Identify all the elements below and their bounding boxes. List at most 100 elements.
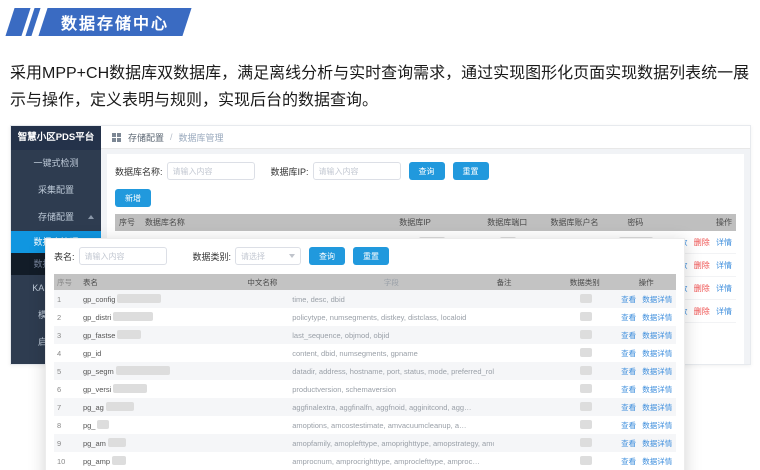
select-placeholder: 请选择 [241, 251, 265, 262]
redacted-value [117, 330, 141, 339]
view-link[interactable]: 查看 [621, 331, 636, 340]
view-link[interactable]: 查看 [621, 421, 636, 430]
detail-link[interactable]: 详情 [716, 307, 732, 316]
col-header: 数据库名称 [141, 217, 355, 228]
db-name-label: 数据库名称: [115, 165, 163, 178]
chevron-down-icon [289, 254, 295, 258]
sidebar-item-one-key-check[interactable]: 一键式检测 [11, 150, 101, 177]
col-header: 序号 [115, 217, 141, 228]
db-ip-input[interactable] [313, 162, 401, 180]
table-name-label: 表名: [54, 250, 75, 263]
view-link[interactable]: 查看 [621, 403, 636, 412]
delete-link[interactable]: 删除 [694, 238, 710, 247]
sidebar-item-storage-config[interactable]: 存储配置 [11, 204, 101, 231]
table-row: 6 gp_versi productversion, schemaversion… [54, 380, 676, 398]
section-banner: 数据存储中心 [10, 8, 187, 36]
sidebar-app-title: 智慧小区PDS平台 [11, 126, 101, 150]
detail-link[interactable]: 详情 [716, 238, 732, 247]
delete-link[interactable]: 删除 [694, 307, 710, 316]
section-description: 采用MPP+CH数据库双数据库，满足离线分析与实时查询需求，通过实现图形化页面实… [10, 60, 756, 114]
table-list-dialog: 表名: 数据类别: 请选择 查询 重置 序号 表名 中文名称 字段 备注 数据类… [45, 238, 685, 470]
table-row: 4 gp_id content, dbid, numsegments, gpna… [54, 344, 676, 362]
redacted-value [106, 402, 134, 411]
sidebar-item-label: 存储配置 [38, 212, 74, 222]
table-list-header: 序号 表名 中文名称 字段 备注 数据类别 操作 [54, 274, 676, 290]
view-link[interactable]: 查看 [621, 457, 636, 466]
data-detail-link[interactable]: 数据详情 [642, 367, 672, 376]
data-type-label: 数据类别: [193, 250, 232, 263]
redacted-value [580, 438, 592, 447]
redacted-value [580, 384, 592, 393]
detail-link[interactable]: 详情 [716, 284, 732, 293]
redacted-value [580, 330, 592, 339]
redacted-value [116, 366, 170, 375]
col-header: 备注 [494, 277, 554, 288]
col-header: 操作 [616, 277, 676, 288]
redacted-value [113, 384, 147, 393]
data-detail-link[interactable]: 数据详情 [642, 313, 672, 322]
data-detail-link[interactable]: 数据详情 [642, 421, 672, 430]
view-link[interactable]: 查看 [621, 295, 636, 304]
table-row: 7 pg_ag aggfinalextra, aggfinalfn, aggfn… [54, 398, 676, 416]
grid-icon [111, 132, 122, 143]
breadcrumb-separator: / [170, 132, 173, 142]
dialog-filter-row: 表名: 数据类别: 请选择 查询 重置 [54, 247, 676, 265]
data-detail-link[interactable]: 数据详情 [642, 439, 672, 448]
breadcrumb-current: 数据库管理 [179, 131, 224, 144]
db-reset-button[interactable]: 重置 [453, 162, 489, 180]
db-name-input[interactable] [167, 162, 255, 180]
view-link[interactable]: 查看 [621, 439, 636, 448]
table-row: 9 pg_am amopfamily, amoplefttype, amopri… [54, 434, 676, 452]
redacted-value [580, 366, 592, 375]
data-detail-link[interactable]: 数据详情 [642, 403, 672, 412]
col-header: 序号 [54, 277, 80, 288]
col-header: 数据库端口 [475, 217, 540, 228]
dialog-search-button[interactable]: 查询 [309, 247, 345, 265]
redacted-value [580, 348, 592, 357]
redacted-value [113, 312, 153, 321]
table-row: 2 gp_distri policytype, numsegments, dis… [54, 308, 676, 326]
col-header: 数据库账户名 [540, 217, 610, 228]
delete-link[interactable]: 删除 [694, 261, 710, 270]
breadcrumb-section[interactable]: 存储配置 [128, 131, 164, 144]
redacted-value [108, 438, 126, 447]
data-detail-link[interactable]: 数据详情 [642, 385, 672, 394]
col-header: 数据类别 [553, 277, 616, 288]
delete-link[interactable]: 删除 [694, 284, 710, 293]
page-title: 数据存储中心 [61, 10, 169, 34]
data-detail-link[interactable]: 数据详情 [642, 331, 672, 340]
col-header: 中文名称 [244, 277, 289, 288]
table-name-input[interactable] [79, 247, 167, 265]
col-header: 操作 [661, 217, 736, 228]
col-header: 字段 [289, 277, 493, 288]
database-table-header: 序号 数据库名称 数据库IP 数据库端口 数据库账户名 密码 操作 [115, 214, 736, 231]
db-search-button[interactable]: 查询 [409, 162, 445, 180]
detail-link[interactable]: 详情 [716, 261, 732, 270]
table-list-body: 1 gp_config time, desc, dbid 查看 数据详情 2 g… [54, 290, 676, 470]
data-type-select[interactable]: 请选择 [235, 247, 301, 265]
col-header: 数据库IP [355, 217, 475, 228]
banner-box: 数据存储中心 [38, 8, 191, 36]
db-ip-label: 数据库IP: [271, 165, 309, 178]
redacted-value [117, 294, 161, 303]
dialog-reset-button[interactable]: 重置 [353, 247, 389, 265]
add-button[interactable]: 新增 [115, 189, 151, 207]
col-header: 表名 [80, 277, 244, 288]
sidebar-item-collect-config[interactable]: 采集配置 [11, 177, 101, 204]
table-row: 1 gp_config time, desc, dbid 查看 数据详情 [54, 290, 676, 308]
view-link[interactable]: 查看 [621, 349, 636, 358]
data-detail-link[interactable]: 数据详情 [642, 349, 672, 358]
data-detail-link[interactable]: 数据详情 [642, 457, 672, 466]
table-row: 5 gp_segm datadir, address, hostname, po… [54, 362, 676, 380]
page-root: 数据存储中心 采用MPP+CH数据库双数据库，满足离线分析与实时查询需求，通过实… [0, 0, 760, 470]
db-filter-row: 数据库名称: 数据库IP: 查询 重置 [115, 162, 736, 180]
redacted-value [580, 402, 592, 411]
chevron-up-icon [88, 215, 94, 219]
view-link[interactable]: 查看 [621, 367, 636, 376]
table-row: 3 gp_fastse last_sequence, objmod, objid… [54, 326, 676, 344]
data-detail-link[interactable]: 数据详情 [642, 295, 672, 304]
view-link[interactable]: 查看 [621, 313, 636, 322]
view-link[interactable]: 查看 [621, 385, 636, 394]
redacted-value [97, 420, 109, 429]
redacted-value [580, 294, 592, 303]
